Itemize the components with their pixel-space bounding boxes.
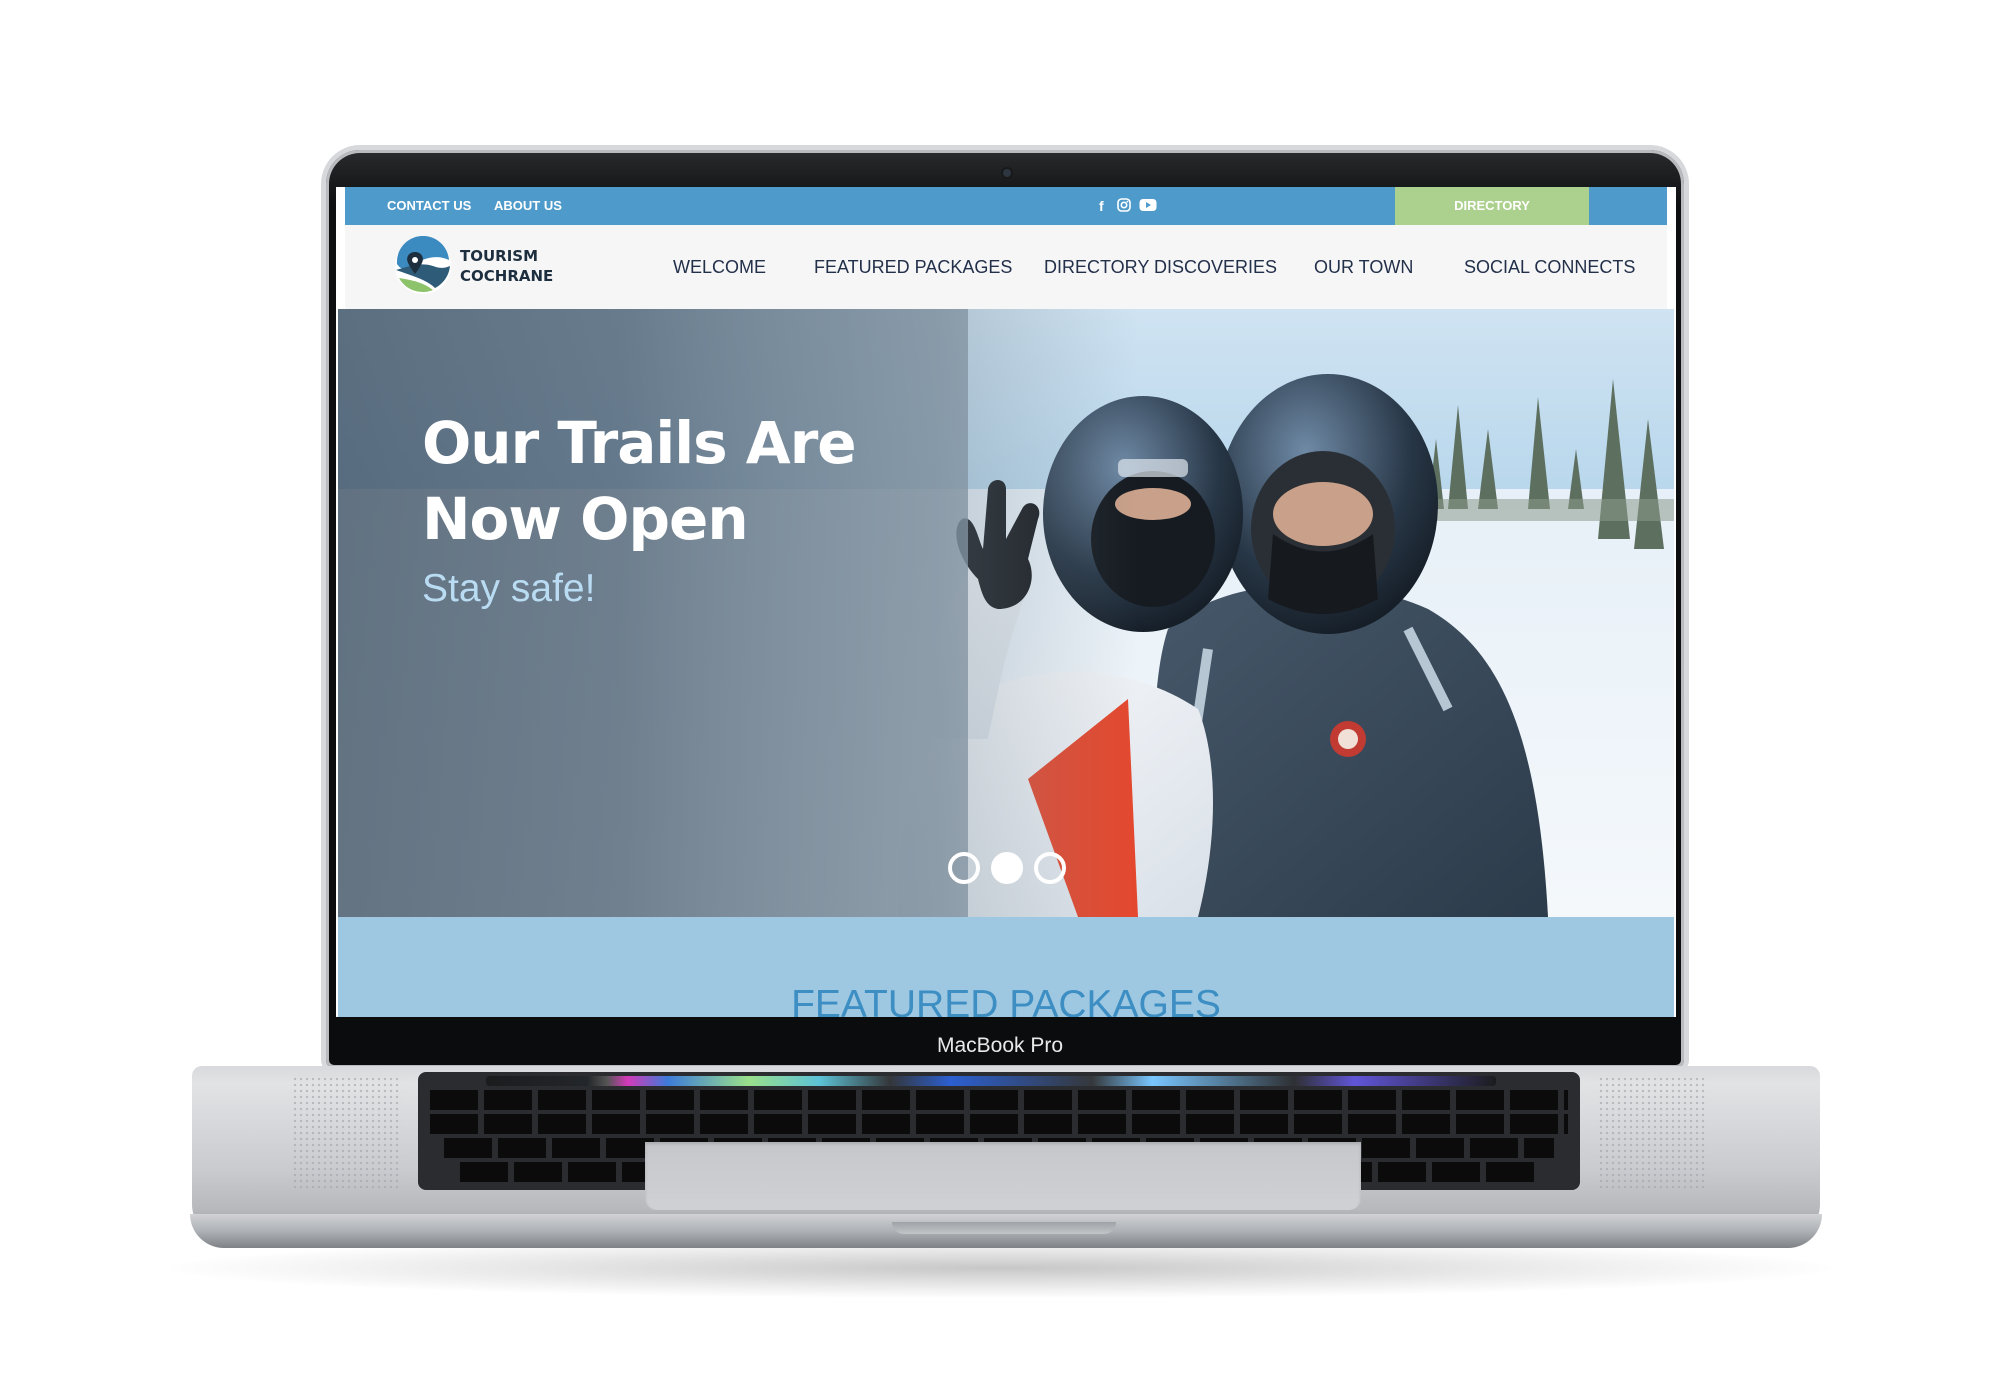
nav-welcome[interactable]: WELCOME xyxy=(673,225,766,309)
right-speaker-grille xyxy=(1598,1076,1708,1190)
hero-title-line-1: Our Trails Are xyxy=(422,409,857,477)
key-row xyxy=(430,1114,1568,1134)
nav-featured-packages[interactable]: FEATURED PACKAGES xyxy=(814,225,1012,309)
lid-notch xyxy=(892,1222,1116,1234)
contact-us-link[interactable]: CONTACT US xyxy=(387,187,471,225)
screen: CONTACT US ABOUT US f DIRECTORY TOURISM … xyxy=(336,187,1676,1017)
slider-dot-2[interactable] xyxy=(991,852,1023,884)
instagram-icon[interactable] xyxy=(1117,198,1131,214)
hero-slider: Our Trails Are Now Open Stay safe! xyxy=(338,309,1674,917)
logo-line-1: TOURISM xyxy=(460,247,539,265)
hero-subtitle: Stay safe! xyxy=(422,567,596,610)
hero-gradient xyxy=(638,309,1138,917)
tourism-cochrane-logo[interactable] xyxy=(393,236,453,296)
youtube-icon[interactable] xyxy=(1139,198,1157,214)
webcam xyxy=(1003,169,1011,177)
touch-bar xyxy=(486,1076,1496,1086)
device-label: MacBook Pro xyxy=(936,1034,1064,1057)
nav-social-connects[interactable]: SOCIAL CONNECTS xyxy=(1464,225,1635,309)
about-us-link[interactable]: ABOUT US xyxy=(494,187,562,225)
key-row xyxy=(430,1090,1568,1110)
logo-line-2: COCHRANE xyxy=(460,267,554,285)
main-nav: TOURISM COCHRANE WELCOME FEATURED PACKAG… xyxy=(345,225,1667,309)
trackpad xyxy=(645,1142,1361,1210)
slider-dot-1[interactable] xyxy=(948,852,980,884)
slider-dot-3[interactable] xyxy=(1034,852,1066,884)
laptop-mockup: CONTACT US ABOUT US f DIRECTORY TOURISM … xyxy=(0,0,2000,1400)
featured-section: FEATURED PACKAGES xyxy=(338,917,1674,1017)
left-speaker-grille xyxy=(292,1076,402,1190)
utility-bar: CONTACT US ABOUT US f DIRECTORY xyxy=(345,187,1667,225)
hero-title-line-2: Now Open xyxy=(422,485,749,553)
nav-directory-discoveries[interactable]: DIRECTORY DISCOVERIES xyxy=(1044,225,1277,309)
facebook-icon[interactable]: f xyxy=(1099,198,1104,214)
directory-button[interactable]: DIRECTORY xyxy=(1395,187,1589,225)
nav-our-town[interactable]: OUR TOWN xyxy=(1314,225,1413,309)
logo-wordmark[interactable]: TOURISM COCHRANE xyxy=(460,246,553,286)
featured-packages-heading: FEATURED PACKAGES xyxy=(791,983,1221,1017)
hero-title: Our Trails Are Now Open xyxy=(422,405,982,557)
